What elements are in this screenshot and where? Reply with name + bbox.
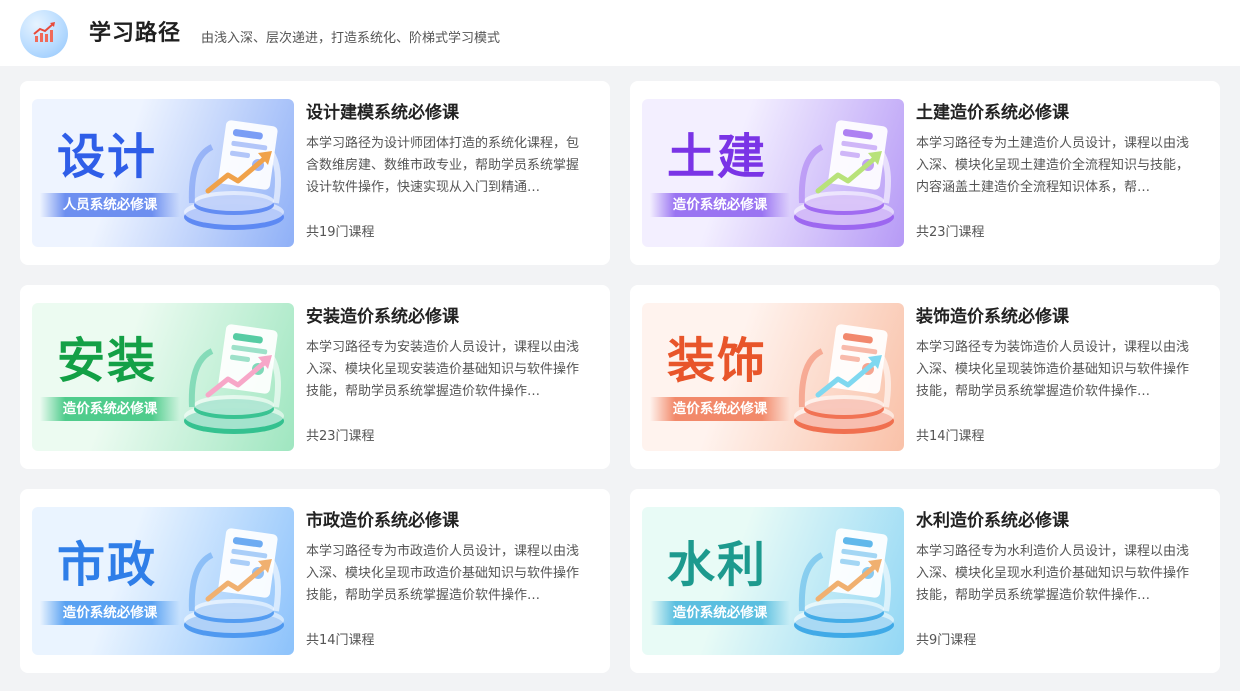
banner-title: 装饰: [666, 333, 767, 389]
banner-label: 造价系统必修课: [650, 193, 790, 217]
course-banner[interactable]: 水利 造价系统必修课: [642, 507, 904, 655]
course-card-design[interactable]: 设计 人员系统必修课 设计建模系统必修课 本学习路径为设计师团体打造的系统化课程…: [20, 81, 610, 265]
chart-podium-illustration: [184, 120, 284, 230]
chart-podium-illustration: [794, 528, 894, 638]
page-subtitle: 由浅入深、层次递进，打造系统化、阶梯式学习模式: [201, 31, 501, 46]
course-count: 共23门课程: [916, 225, 985, 240]
course-banner[interactable]: 装饰 造价系统必修课: [642, 303, 904, 451]
banner-title: 市政: [56, 537, 157, 593]
banner-title: 设计: [56, 129, 157, 185]
course-count: 共19门课程: [306, 225, 375, 240]
course-description: 本学习路径专为水利造价人员设计，课程以由浅入深、模块化呈现水利造价基础知识与软件…: [916, 544, 1190, 603]
course-title[interactable]: 装饰造价系统必修课: [916, 305, 1069, 329]
course-title[interactable]: 市政造价系统必修课: [306, 509, 459, 533]
course-count: 共14门课程: [306, 633, 375, 648]
banner-title: 水利: [666, 537, 767, 593]
course-title[interactable]: 水利造价系统必修课: [916, 509, 1069, 533]
course-description: 本学习路径为设计师团体打造的系统化课程，包含数维房建、数维市政专业，帮助学员系统…: [306, 136, 580, 195]
rising-chart-icon: [20, 10, 68, 58]
banner-label: 人员系统必修课: [40, 193, 180, 217]
page-header: 学习路径 由浅入深、层次递进，打造系统化、阶梯式学习模式: [0, 0, 1240, 66]
course-banner[interactable]: 设计 人员系统必修课: [32, 99, 294, 247]
banner-label: 造价系统必修课: [40, 601, 180, 625]
banner-title: 土建: [666, 129, 767, 185]
chart-podium-illustration: [184, 324, 284, 434]
course-card-civil[interactable]: 土建 造价系统必修课 土建造价系统必修课 本学习路径专为土建造价人员设计，课程以…: [630, 81, 1220, 265]
course-card-water[interactable]: 水利 造价系统必修课 水利造价系统必修课 本学习路径专为水利造价人员设计，课程以…: [630, 489, 1220, 673]
chart-podium-illustration: [184, 528, 284, 638]
course-count: 共9门课程: [916, 633, 977, 648]
course-banner[interactable]: 安装 造价系统必修课: [32, 303, 294, 451]
page-title: 学习路径: [89, 21, 182, 46]
banner-label: 造价系统必修课: [650, 601, 790, 625]
course-description: 本学习路径专为市政造价人员设计，课程以由浅入深、模块化呈现市政造价基础知识与软件…: [306, 544, 580, 603]
course-count: 共14门课程: [916, 429, 985, 444]
course-banner[interactable]: 市政 造价系统必修课: [32, 507, 294, 655]
course-description: 本学习路径专为土建造价人员设计，课程以由浅入深、模块化呈现土建造价全流程知识与技…: [916, 136, 1190, 195]
course-banner[interactable]: 土建 造价系统必修课: [642, 99, 904, 247]
course-card-municipal[interactable]: 市政 造价系统必修课 市政造价系统必修课 本学习路径专为市政造价人员设计，课程以…: [20, 489, 610, 673]
course-description: 本学习路径专为安装造价人员设计，课程以由浅入深、模块化呈现安装造价基础知识与软件…: [306, 340, 580, 399]
course-description: 本学习路径专为装饰造价人员设计，课程以由浅入深、模块化呈现装饰造价基础知识与软件…: [916, 340, 1190, 399]
course-card-decoration[interactable]: 装饰 造价系统必修课 装饰造价系统必修课 本学习路径专为装饰造价人员设计，课程以…: [630, 285, 1220, 469]
chart-podium-illustration: [794, 120, 894, 230]
course-title[interactable]: 安装造价系统必修课: [306, 305, 459, 329]
banner-label: 造价系统必修课: [40, 397, 180, 421]
banner-label: 造价系统必修课: [650, 397, 790, 421]
banner-title: 安装: [56, 333, 157, 389]
course-title[interactable]: 土建造价系统必修课: [916, 101, 1069, 125]
course-card-installation[interactable]: 安装 造价系统必修课 安装造价系统必修课 本学习路径专为安装造价人员设计，课程以…: [20, 285, 610, 469]
course-count: 共23门课程: [306, 429, 375, 444]
course-title[interactable]: 设计建模系统必修课: [306, 101, 459, 125]
chart-podium-illustration: [794, 324, 894, 434]
